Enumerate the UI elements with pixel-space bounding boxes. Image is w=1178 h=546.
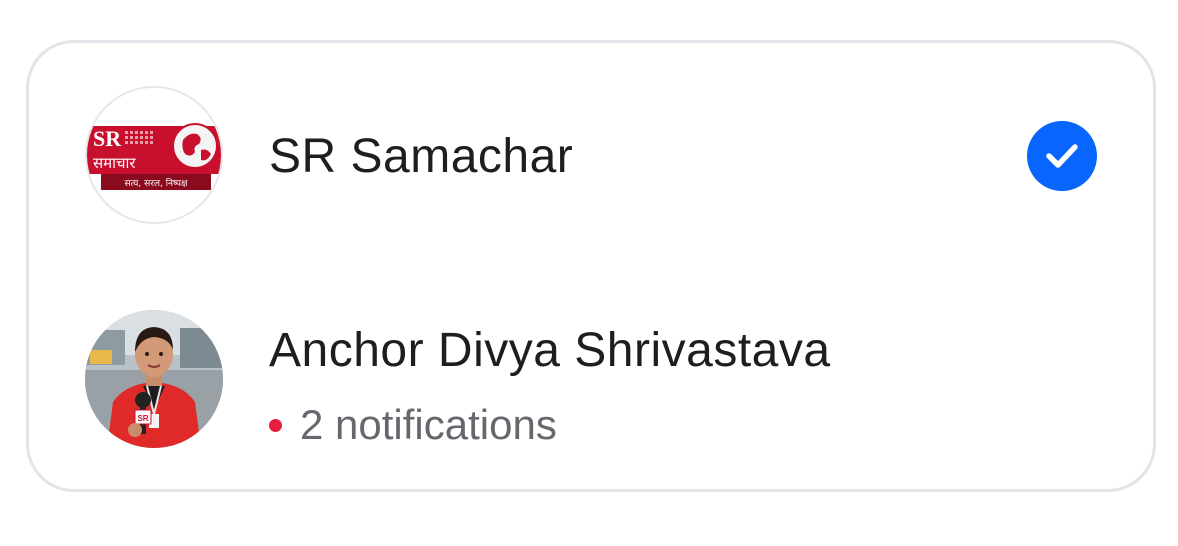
account-row-sr-samachar[interactable]: SR समाचार सत्य, सरल, निष्पक्ष SR Samacha… <box>29 85 1153 225</box>
profile-photo: SR <box>85 310 223 448</box>
account-name: Anchor Divya Shrivastava <box>269 324 831 377</box>
account-row-anchor-divya[interactable]: SR Anchor Divya Shrivastava 2 notificati… <box>29 309 1153 449</box>
sr-samachar-logo: SR समाचार सत्य, सरल, निष्पक्ष <box>87 88 221 222</box>
profile-avatar: SR <box>85 310 223 448</box>
account-switcher-card: SR समाचार सत्य, सरल, निष्पक्ष SR Samacha… <box>26 40 1156 492</box>
notification-indicator: 2 notifications <box>269 401 557 449</box>
notification-count: 2 notifications <box>300 401 557 448</box>
red-dot-icon <box>269 418 282 432</box>
logo-brand: SR <box>93 126 122 151</box>
check-circle-icon <box>1027 121 1097 191</box>
logo-tagline: सत्य, सरल, निष्पक्ष <box>124 177 188 189</box>
page-avatar: SR समाचार सत्य, सरल, निष्पक्ष <box>85 86 223 224</box>
account-name: SR Samachar <box>269 130 574 183</box>
logo-hindi-name: समाचार <box>93 154 136 172</box>
mic-label: SR <box>137 414 148 423</box>
